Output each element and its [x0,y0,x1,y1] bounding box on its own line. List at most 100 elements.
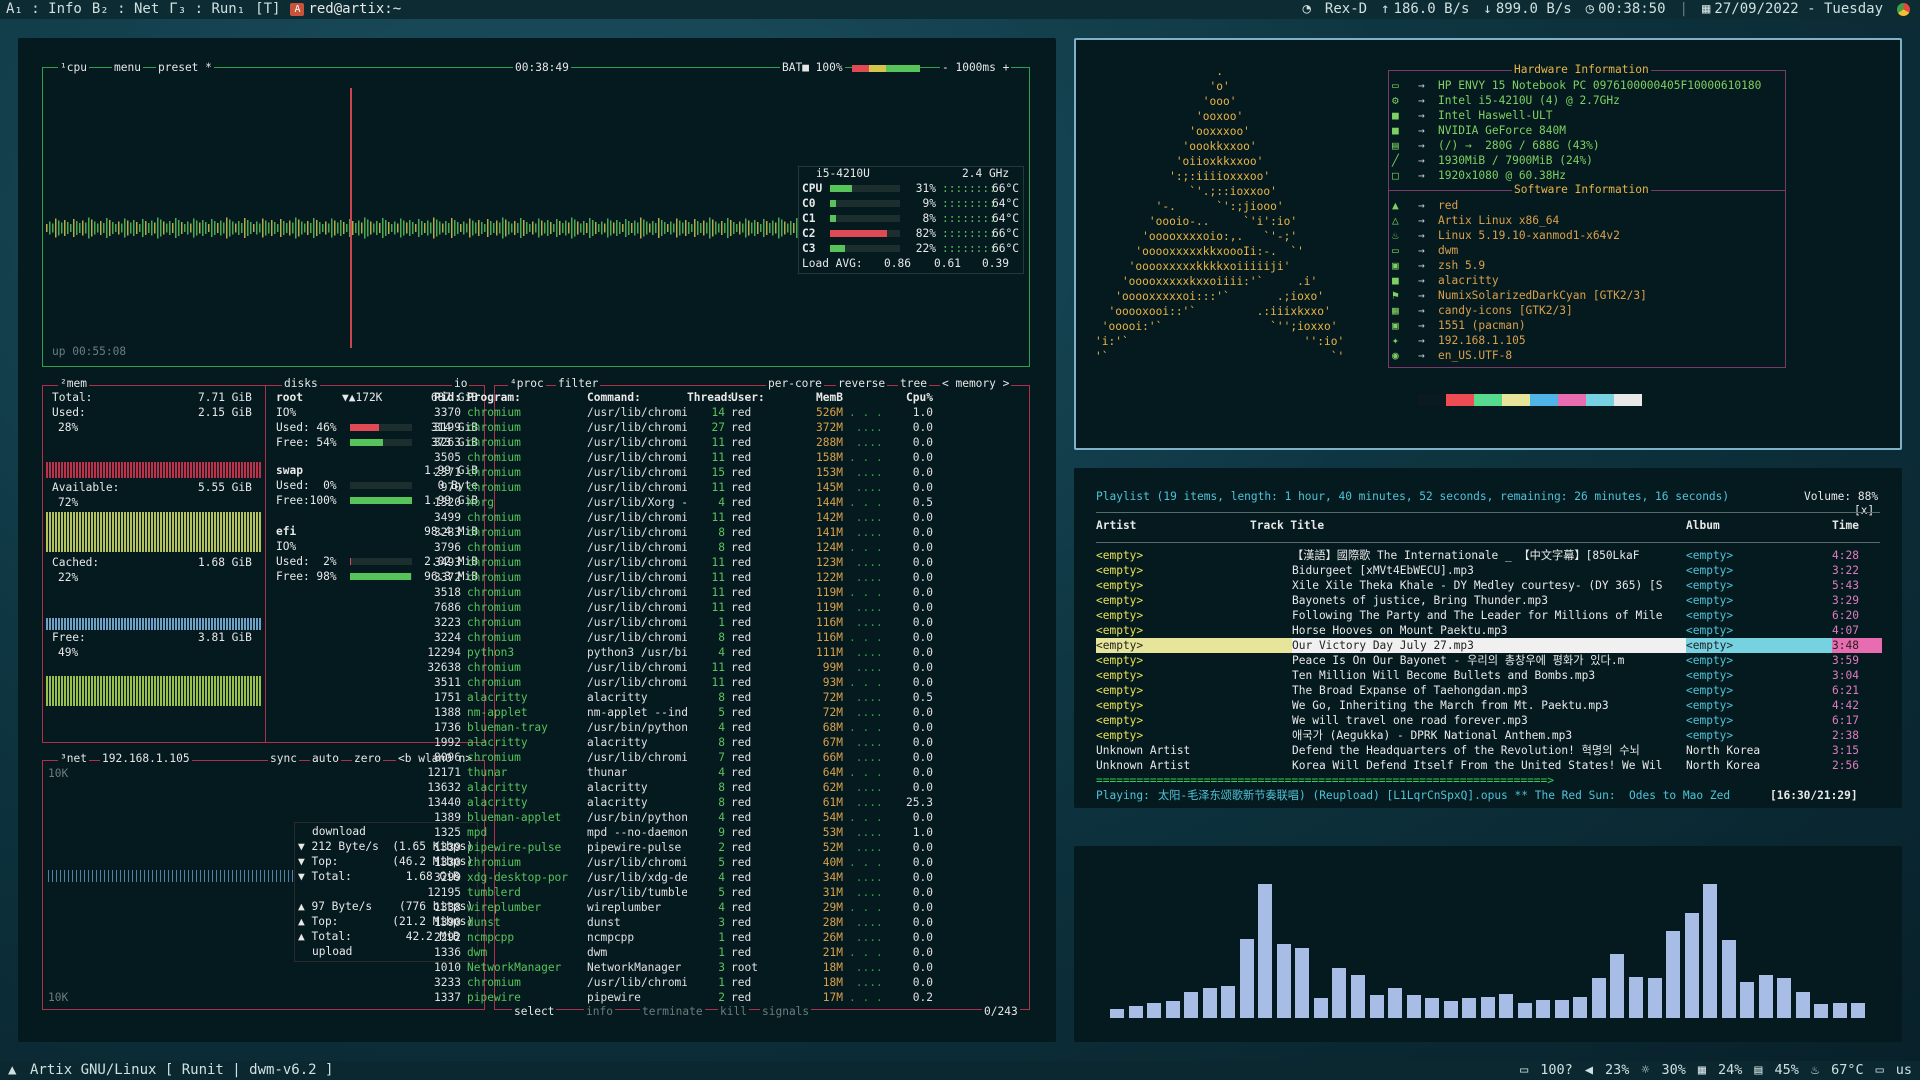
proc-title[interactable]: ⁴proc [508,378,546,390]
mem-title[interactable]: ²mem [58,378,89,390]
table-row[interactable]: 12171 thunar thunar 4 red 64M . . . 0.0 [415,765,1027,780]
workspace-tag-3[interactable]: Γ₃ : Run₁ [169,0,245,19]
table-row[interactable]: 1336 dwm dwm 1 red 21M . . . 0.0 [415,945,1027,960]
playlist-row[interactable]: <empty> Ten Million Will Become Bullets a… [1096,668,1886,683]
process-table[interactable]: Pid:Program:Command:Threads:User:MemB Cpu… [415,390,1027,1005]
proc-select[interactable]: select [512,1006,557,1018]
cpu-tab[interactable]: ¹cpu [58,62,89,74]
table-row[interactable]: 3505 chromium/usr/lib/chromi 11 red 158M . . … [415,450,1027,465]
preset-tab[interactable]: preset * [156,62,214,74]
progress-bar[interactable]: ========================================… [1096,773,1706,788]
table-row[interactable]: 12195 tumblerd/usr/lib/tumble 5 red 31M ....… [415,885,1027,900]
menu-tab[interactable]: menu [112,62,143,74]
table-row[interactable]: 1389 blueman-applet/usr/bin/python 4 red 54M… [415,810,1027,825]
table-row[interactable]: 3263 chromium/usr/lib/chromi 11 red 288M ...… [415,435,1027,450]
table-row[interactable]: 3224 chromium/usr/lib/chromi 8 red 116M . . .… [415,630,1027,645]
proc-tree[interactable]: tree [898,378,929,390]
table-row[interactable]: 1330 chromium/usr/lib/chromi 5 red 40M . . . 0… [415,855,1027,870]
playlist-row[interactable]: <empty> 【漢語】國際歌 The Internationale _ 【中文字… [1096,548,1886,563]
net-title[interactable]: ³net [58,753,89,765]
table-row[interactable]: 970 chromium/usr/lib/chromi 11 red 145M ....… [415,480,1027,495]
col-time[interactable]: Time [1832,518,1859,533]
proc-reverse[interactable]: reverse [836,378,888,390]
table-row[interactable]: 12294 python3 python3 /usr/bi 4 red 111M ....… [415,645,1027,660]
table-row[interactable]: 1010 NetworkManager NetworkManager 3 root 18M… [415,960,1027,975]
volume-label[interactable]: Volume: 88% [1804,489,1878,504]
io-toggle[interactable]: io [452,378,470,390]
col-track[interactable]: Track Title [1250,518,1324,533]
table-row[interactable]: 7686 chromium/usr/lib/chromi 11 red 119M ...… [415,600,1027,615]
proc-col-header[interactable]: Program: [467,390,587,405]
table-row[interactable]: 13632 alacritty alacritty 8 red 62M .... 0.0 [415,780,1027,795]
proc-col-header[interactable]: User: [731,390,793,405]
table-row[interactable]: 3493 chromium/usr/lib/chromi 11 red 123M ...… [415,555,1027,570]
net-zero[interactable]: zero [352,753,383,765]
workspace-tag-1[interactable]: A₁ : Info [6,0,82,19]
table-row[interactable]: 3233 chromium/usr/lib/chromi 1 red 18M .... 0… [415,975,1027,990]
proc-filter[interactable]: filter [556,378,601,390]
proc-kill[interactable]: kill [718,1006,749,1018]
proc-col-header[interactable]: Pid: [415,390,467,405]
table-row[interactable]: 1325 mpd mpd --no-daemon 9 red 53M .... 1.0 [415,825,1027,840]
table-row[interactable]: 1337 pipewire pipewire 2 red 17M . . . 0.2 [415,990,1027,1005]
table-row[interactable]: 3499 chromium/usr/lib/chromi 11 red 142M ...… [415,510,1027,525]
chromium-tray-icon[interactable] [1897,3,1910,16]
playlist-row[interactable]: <empty> Our Victory Day July 27.mp3 <empty… [1096,638,1886,653]
table-row[interactable]: 1992 alacritty alacritty 8 red 67M .... 0.0 [415,735,1027,750]
table-row[interactable]: 1339 pipewire-pulse pipewire-pulse 2 red 52M … [415,840,1027,855]
playlist-row[interactable]: Unknown Artist Defend the Headquarters of… [1096,743,1886,758]
cpu-graph-tick [469,218,471,238]
refresh-rate[interactable]: - 1000ms + [940,62,1012,74]
proc-col-header[interactable]: Command: [587,390,687,405]
table-row[interactable]: 3511 chromium/usr/lib/chromi 11 red 93M . . .… [415,675,1027,690]
table-row[interactable]: 1320 Xorg/usr/lib/Xorg - 4 red 144M . . . 0.5 [415,495,1027,510]
volume-status[interactable]: 23% [1605,1061,1629,1080]
playlist-row[interactable]: <empty> 애국가 (Aegukka) - DPRK National Ant… [1096,728,1886,743]
net-auto[interactable]: auto [310,753,341,765]
proc-sort[interactable]: < memory > [940,378,1012,390]
proc-col-header[interactable]: Threads: [687,390,731,405]
col-album[interactable]: Album [1686,518,1720,533]
table-row[interactable]: 3372 chromium/usr/lib/chromi 11 red 122M ...… [415,570,1027,585]
table-row[interactable]: 2292 ncmpcpp ncmpcpp 1 red 26M .... 0.0 [415,930,1027,945]
table-row[interactable]: 1390 dunst dunst 3 red 28M .... 0.0 [415,915,1027,930]
playlist-row[interactable]: <empty> Xile Xile Theka Khale - DY Medley… [1096,578,1886,593]
proc-col-header[interactable]: MemB [793,390,849,405]
table-row[interactable]: 3518 chromium/usr/lib/chromi 11 red 119M . . … [415,585,1027,600]
playlist-row[interactable]: <empty> We will travel one road forever.m… [1096,713,1886,728]
playlist-row[interactable]: <empty> Bayonets of justice, Bring Thunde… [1096,593,1886,608]
playlist-row[interactable]: <empty> Following The Party and The Leade… [1096,608,1886,623]
table-row[interactable]: 2371 chromium/usr/lib/chromi 15 red 153M ...… [415,465,1027,480]
table-row[interactable]: 3370 chromium/usr/lib/chromi 14 red 526M . . … [415,405,1027,420]
playlist-row[interactable]: <empty> The Broad Expanse of Taehongdan.m… [1096,683,1886,698]
table-row[interactable]: 1388 nm-applet nm-applet --ind 5 red 72M ....… [415,705,1027,720]
table-row[interactable]: 1338 wireplumber wireplumber 4 red 29M . . . 0.… [415,900,1027,915]
proc-signals[interactable]: signals [760,1006,812,1018]
playlist-row[interactable]: <empty> Bidurgeet [xMVt4EbWECU].mp3 <empty… [1096,563,1886,578]
proc-terminate[interactable]: terminate [640,1006,705,1018]
table-row[interactable]: 13440 alacritty alacritty 8 red 61M .... 25.3 [415,795,1027,810]
table-row[interactable]: 3796 chromium/usr/lib/chromi 8 red 124M . . .… [415,540,1027,555]
playlist-row[interactable]: <empty> Peace Is On Our Bayonet - 우리의 총창우… [1096,653,1886,668]
layout-indicator[interactable]: [T] [255,0,280,19]
table-row[interactable]: 3199 chromium/usr/lib/chromi 27 red 372M ...… [415,420,1027,435]
proc-col-header[interactable]: Cpu% [893,390,933,405]
playlist-row[interactable]: Unknown Artist Korea Will Defend Itself F… [1096,758,1886,773]
table-row[interactable]: 3283 chromium/usr/lib/chromi 8 red 141M ....… [415,525,1027,540]
close-button[interactable]: [x] [1854,503,1874,518]
proc-per-core[interactable]: per-core [766,378,824,390]
table-row[interactable]: 3299 xdg-desktop-por/usr/lib/xdg-de 4 red 34… [415,870,1027,885]
proc-info[interactable]: info [584,1006,615,1018]
workspace-tag-2[interactable]: B₂ : Net [92,0,159,19]
proc-col-header[interactable] [849,390,893,405]
table-row[interactable]: 8096 chromium/usr/lib/chromi 7 red 66M .... 0… [415,750,1027,765]
col-artist[interactable]: Artist [1096,518,1136,533]
playlist-row[interactable]: <empty> We Go, Inheriting the March from … [1096,698,1886,713]
playlist-row[interactable]: <empty> Horse Hooves on Mount Paektu.mp3 <… [1096,623,1886,638]
table-row[interactable]: 32638 chromium/usr/lib/chromi 11 red 99M ...… [415,660,1027,675]
net-sync[interactable]: sync [268,753,299,765]
disks-title[interactable]: disks [282,378,320,390]
table-row[interactable]: 1751 alacritty alacritty 8 red 72M .... 0.5 [415,690,1027,705]
table-row[interactable]: 1736 blueman-tray/usr/bin/python 4 red 68M . … [415,720,1027,735]
table-row[interactable]: 3223 chromium/usr/lib/chromi 1 red 116M ....… [415,615,1027,630]
